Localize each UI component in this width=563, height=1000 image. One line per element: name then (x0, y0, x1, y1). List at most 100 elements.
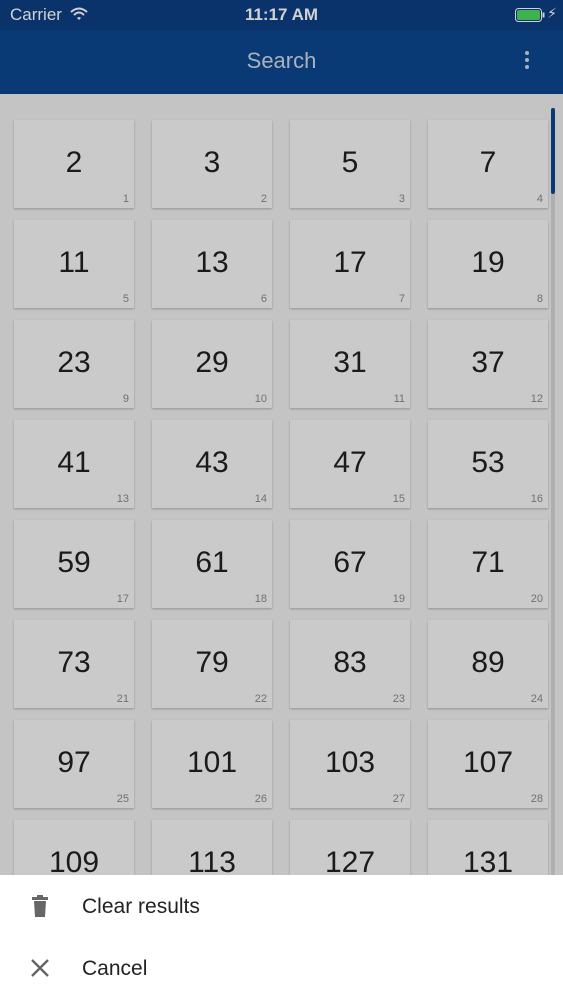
grid-cell[interactable]: 74 (428, 120, 548, 208)
charging-bolt-icon: ⚡ (547, 5, 557, 21)
app-bar: Search (0, 30, 563, 94)
cell-index: 13 (116, 493, 129, 505)
cell-value: 83 (333, 646, 367, 679)
grid-cell[interactable]: 73 21 (14, 620, 134, 708)
cell-index: 28 (530, 793, 543, 805)
cell-value: 19 (471, 246, 505, 279)
grid-cell[interactable]: 17 7 (290, 220, 410, 308)
page-title: Search (246, 48, 317, 73)
cell-index: 10 (254, 393, 267, 405)
cell-index: 21 (116, 693, 129, 705)
cell-index: 6 (260, 293, 267, 305)
cell-index: 15 (392, 493, 405, 505)
grid-cell[interactable]: 67 19 (290, 520, 410, 608)
grid-cell[interactable]: 13 6 (152, 220, 272, 308)
cell-index: 1 (122, 193, 129, 205)
cell-value: 37 (471, 346, 505, 379)
cell-value: 17 (333, 246, 367, 279)
status-time: 11:17 AM (244, 5, 319, 24)
grid-cell[interactable]: 71 20 (428, 520, 548, 608)
cell-value: 7 (479, 146, 497, 179)
cell-value: 2 (65, 146, 83, 179)
grid-cell[interactable]: 101 26 (152, 720, 272, 808)
cell-value: 41 (57, 446, 91, 479)
cancel-label: Cancel (82, 957, 148, 980)
cell-index: 17 (116, 593, 129, 605)
grid-cell[interactable]: 103 27 (290, 720, 410, 808)
grid-cell[interactable]: 21 (14, 120, 134, 208)
grid-cell[interactable]: 59 17 (14, 520, 134, 608)
cell-value: 5 (341, 146, 359, 179)
cell-value: 67 (333, 546, 367, 579)
bottom-sheet: Clear results Cancel (0, 875, 563, 1000)
cell-value: 89 (471, 646, 505, 679)
cell-value: 103 (324, 746, 376, 779)
cell-value: 71 (471, 546, 505, 579)
cell-value: 97 (57, 746, 91, 779)
cell-index: 14 (254, 493, 267, 505)
cell-index: 11 (393, 393, 405, 405)
clear-results-button[interactable]: Clear results (0, 875, 563, 937)
cell-value: 59 (57, 546, 91, 579)
grid-cell[interactable]: 41 13 (14, 420, 134, 508)
battery-charging-icon (515, 7, 545, 22)
cell-value: 13 (195, 246, 229, 279)
cell-index: 26 (254, 793, 267, 805)
cell-index: 22 (254, 693, 267, 705)
trash-icon (28, 894, 52, 918)
cell-value: 43 (195, 446, 229, 479)
cell-index: 7 (398, 293, 405, 305)
grid-cell[interactable]: 53 (290, 120, 410, 208)
cell-value: 73 (57, 646, 91, 679)
cell-index: 20 (530, 593, 543, 605)
grid-cell[interactable]: 79 22 (152, 620, 272, 708)
cell-value: 3 (203, 146, 221, 179)
cell-index: 9 (122, 393, 129, 405)
cell-value: 61 (195, 546, 229, 579)
cell-value: 11 (58, 246, 90, 279)
grid-cell[interactable]: 32 (152, 120, 272, 208)
cell-index: 4 (536, 193, 543, 205)
cell-value: 47 (333, 446, 367, 479)
clear-results-label: Clear results (82, 895, 200, 918)
grid-cell[interactable]: 61 18 (152, 520, 272, 608)
grid-cell[interactable]: 11 5 (14, 220, 134, 308)
more-vertical-icon[interactable] (517, 48, 537, 76)
grid-cell[interactable]: 37 12 (428, 320, 548, 408)
grid-cell[interactable]: 53 16 (428, 420, 548, 508)
cell-index: 12 (530, 393, 543, 405)
grid-cell[interactable]: 89 24 (428, 620, 548, 708)
status-bar: Carrier 11:17 AM ⚡ (0, 0, 563, 30)
cell-value: 79 (195, 646, 229, 679)
grid-cell[interactable]: 43 14 (152, 420, 272, 508)
scrollbar[interactable] (551, 108, 555, 878)
cell-index: 3 (398, 193, 405, 205)
grid-cell[interactable]: 19 8 (428, 220, 548, 308)
cell-index: 24 (530, 693, 543, 705)
close-icon (28, 956, 52, 980)
grid-cell[interactable]: 107 28 (428, 720, 548, 808)
scrollbar-thumb[interactable] (551, 108, 555, 194)
cell-index: 19 (392, 593, 405, 605)
cell-index: 27 (392, 793, 405, 805)
grid-cell[interactable]: 31 11 (290, 320, 410, 408)
grid-cell[interactable]: 23 9 (14, 320, 134, 408)
cell-value: 23 (57, 346, 91, 379)
cell-value: 53 (471, 446, 505, 479)
cell-index: 18 (254, 593, 267, 605)
grid-cell[interactable]: 29 10 (152, 320, 272, 408)
cell-value: 107 (462, 746, 514, 779)
cell-index: 2 (260, 193, 267, 205)
grid-cell[interactable]: 83 23 (290, 620, 410, 708)
grid-cell[interactable]: 97 25 (14, 720, 134, 808)
cell-index: 16 (530, 493, 543, 505)
cell-index: 8 (536, 293, 543, 305)
cell-index: 5 (122, 293, 129, 305)
cell-value: 29 (195, 346, 229, 379)
cell-index: 23 (392, 693, 405, 705)
cell-value: 101 (186, 746, 238, 779)
cancel-button[interactable]: Cancel (0, 937, 563, 999)
cell-value: 31 (333, 346, 367, 379)
prime-grid: 2 1 3 2 5 3 7 4 11 5 13 6 17 7 19 8 23 9 29 10 31 11 37 12 41 13 4… (14, 120, 549, 908)
grid-cell[interactable]: 47 15 (290, 420, 410, 508)
